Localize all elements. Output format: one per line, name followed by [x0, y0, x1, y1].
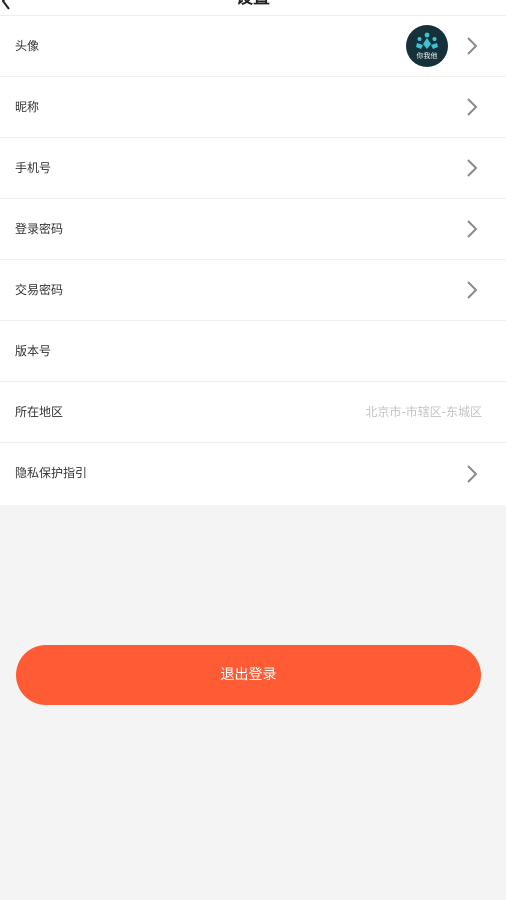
- chevron-right-icon: [467, 465, 478, 483]
- logo-icon: [416, 32, 438, 49]
- row-label: 登录密码: [15, 222, 64, 236]
- chevron-right-icon: [467, 281, 478, 299]
- row-label: 隐私保护指引: [15, 466, 88, 480]
- nav-bar: 设置: [0, 0, 506, 16]
- settings-row-phone[interactable]: 手机号: [0, 138, 506, 199]
- avatar: 你我他: [406, 25, 448, 67]
- settings-row-avatar[interactable]: 头像 你我他: [0, 16, 506, 77]
- row-label: 交易密码: [15, 283, 64, 297]
- avatar-logo-text: 你我他: [416, 52, 438, 60]
- row-label: 版本号: [15, 344, 52, 358]
- row-label: 头像: [15, 39, 40, 53]
- settings-list: 头像 你我他 昵称 手机号 登录密码 交易密码 版本号 所在地区 北京市-市辖区…: [0, 16, 506, 505]
- settings-row-version: 版本号: [0, 321, 506, 382]
- settings-row-privacy[interactable]: 隐私保护指引: [0, 443, 506, 505]
- logout-button[interactable]: 退出登录: [16, 645, 481, 705]
- settings-row-nickname[interactable]: 昵称: [0, 77, 506, 138]
- row-label: 手机号: [15, 161, 52, 175]
- chevron-right-icon: [467, 37, 478, 55]
- chevron-right-icon: [467, 98, 478, 116]
- page-title: 设置: [0, 0, 506, 9]
- row-label: 昵称: [15, 100, 40, 114]
- settings-page: 设置 头像 你我他: [0, 0, 506, 900]
- region-value: 北京市-市辖区-东城区: [365, 405, 482, 419]
- row-label: 所在地区: [15, 405, 64, 419]
- chevron-right-icon: [467, 220, 478, 238]
- settings-row-login-password[interactable]: 登录密码: [0, 199, 506, 260]
- settings-row-region[interactable]: 所在地区 北京市-市辖区-东城区: [0, 382, 506, 443]
- chevron-right-icon: [467, 159, 478, 177]
- settings-row-trade-password[interactable]: 交易密码: [0, 260, 506, 321]
